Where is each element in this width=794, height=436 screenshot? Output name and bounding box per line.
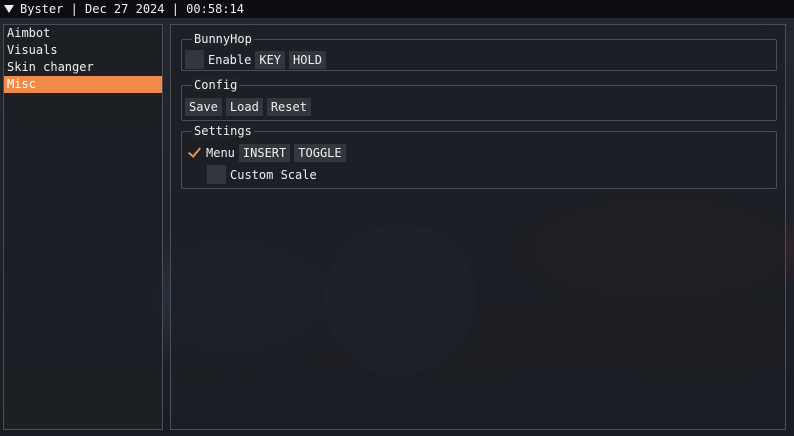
custom-scale-row: Custom Scale bbox=[207, 165, 321, 184]
bunnyhop-key-button[interactable]: KEY bbox=[255, 50, 286, 69]
menu-label: Menu bbox=[206, 145, 235, 160]
window-titlebar[interactable]: Byster | Dec 27 2024 | 00:58:14 bbox=[0, 0, 794, 18]
bunnyhop-enable-label: Enable bbox=[208, 52, 252, 67]
custom-scale-checkbox[interactable] bbox=[207, 165, 226, 184]
config-title: Config bbox=[192, 78, 240, 92]
settings-group: Settings Menu INSERT TOGGLE Custom Scale bbox=[181, 124, 777, 189]
bunnyhop-row: Enable KEY HOLD bbox=[185, 50, 330, 69]
sidebar-item-misc[interactable]: Misc bbox=[4, 76, 162, 93]
menu-key-button[interactable]: INSERT bbox=[238, 143, 291, 162]
load-button[interactable]: Load bbox=[225, 97, 263, 116]
sidebar-item-aimbot[interactable]: Aimbot bbox=[4, 25, 162, 42]
bunnyhop-title: BunnyHop bbox=[192, 32, 254, 46]
sidebar-item-visuals[interactable]: Visuals bbox=[4, 42, 162, 59]
window-title: Byster | Dec 27 2024 | 00:58:14 bbox=[20, 2, 244, 16]
config-group: Config Save Load Reset bbox=[181, 78, 777, 121]
main-panel: BunnyHop Enable KEY HOLD Config Save Loa… bbox=[170, 24, 786, 430]
settings-title: Settings bbox=[192, 124, 254, 138]
save-button[interactable]: Save bbox=[185, 97, 222, 116]
bunnyhop-enable-checkbox[interactable] bbox=[185, 50, 204, 69]
menu-row: Menu INSERT TOGGLE bbox=[185, 143, 350, 162]
reset-button[interactable]: Reset bbox=[266, 97, 311, 116]
menu-checkbox-checkmark-icon[interactable] bbox=[185, 143, 204, 162]
custom-scale-label: Custom Scale bbox=[230, 167, 317, 182]
bunnyhop-group: BunnyHop Enable KEY HOLD bbox=[181, 32, 777, 71]
sidebar: Aimbot Visuals Skin changer Misc bbox=[3, 24, 163, 430]
menu-mode-button[interactable]: TOGGLE bbox=[294, 143, 346, 162]
bunnyhop-mode-button[interactable]: HOLD bbox=[289, 50, 326, 69]
config-row: Save Load Reset bbox=[185, 97, 315, 116]
sidebar-item-skin-changer[interactable]: Skin changer bbox=[4, 59, 162, 76]
collapse-triangle-icon[interactable] bbox=[4, 5, 14, 13]
